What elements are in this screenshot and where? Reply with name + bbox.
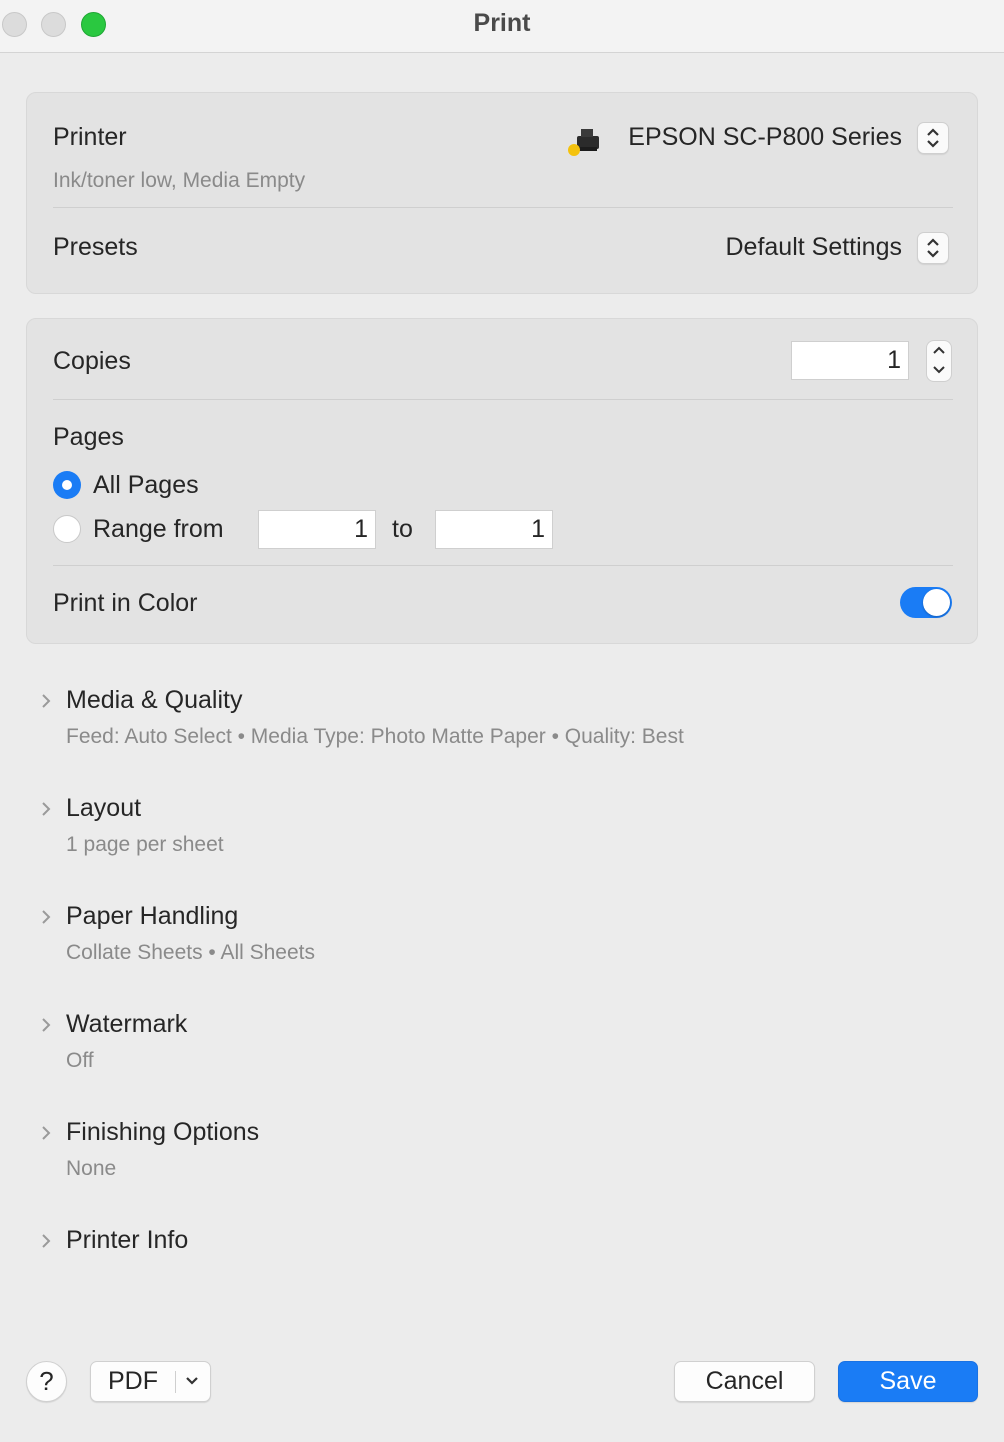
range-radio[interactable] — [53, 515, 81, 543]
increment-arrow-icon[interactable] — [932, 345, 946, 355]
printer-label: Printer — [53, 123, 127, 151]
presets-label: Presets — [53, 233, 138, 261]
chevron-right-icon — [42, 802, 51, 816]
toggle-knob — [923, 589, 950, 616]
copies-stepper[interactable] — [926, 340, 952, 382]
divider — [175, 1371, 176, 1393]
chevron-right-icon — [42, 910, 51, 924]
range-to-field[interactable]: 1 — [435, 510, 553, 549]
range-from-field[interactable]: 1 — [258, 510, 376, 549]
chevron-right-icon — [42, 1234, 51, 1248]
pdf-label: PDF — [108, 1367, 158, 1395]
print-in-color-label: Print in Color — [53, 589, 198, 617]
printer-popup-chevrons-icon[interactable] — [917, 122, 949, 154]
all-pages-radio[interactable] — [53, 471, 81, 499]
chevron-down-icon[interactable] — [185, 1376, 199, 1386]
printer-group: Printer EPSON SC-P800 Series Ink/toner l… — [26, 92, 978, 294]
chevron-right-icon — [42, 694, 51, 708]
section-watermark[interactable]: Watermark Off — [40, 1010, 960, 1080]
divider — [53, 399, 953, 400]
title-bar: Print — [0, 0, 1004, 53]
section-desc: Feed: Auto Select • Media Type: Photo Ma… — [66, 725, 684, 748]
divider — [53, 207, 953, 208]
chevron-right-icon — [42, 1126, 51, 1140]
print-options-group: Copies 1 Pages All Pages Range from 1 to… — [26, 318, 978, 644]
copies-field[interactable]: 1 — [791, 341, 909, 380]
cancel-button[interactable]: Cancel — [674, 1361, 815, 1402]
range-to-label: to — [392, 515, 413, 543]
section-title: Layout — [66, 794, 142, 822]
presets-popup[interactable]: Default Settings — [726, 233, 903, 262]
all-pages-label[interactable]: All Pages — [93, 471, 199, 500]
window-title: Print — [473, 9, 531, 37]
section-desc: 1 page per sheet — [66, 833, 224, 856]
section-printer-info[interactable]: Printer Info — [40, 1226, 960, 1266]
section-title: Watermark — [66, 1010, 188, 1038]
section-title: Printer Info — [66, 1226, 189, 1254]
chevron-right-icon — [42, 1018, 51, 1032]
section-media-quality[interactable]: Media & Quality Feed: Auto Select • Medi… — [40, 686, 960, 756]
printer-popup[interactable]: EPSON SC-P800 Series — [628, 123, 902, 152]
save-button[interactable]: Save — [838, 1361, 978, 1402]
section-desc: Collate Sheets • All Sheets — [66, 941, 315, 964]
section-desc: None — [66, 1157, 117, 1180]
copies-label: Copies — [53, 347, 131, 375]
printer-icon — [568, 129, 599, 156]
section-title: Media & Quality — [66, 686, 243, 714]
pages-label: Pages — [53, 423, 124, 451]
section-layout[interactable]: Layout 1 page per sheet — [40, 794, 960, 864]
print-in-color-toggle[interactable] — [900, 587, 952, 618]
section-desc: Off — [66, 1049, 94, 1072]
section-paper-handling[interactable]: Paper Handling Collate Sheets • All Shee… — [40, 902, 960, 972]
section-title: Paper Handling — [66, 902, 239, 930]
section-finishing-options[interactable]: Finishing Options None — [40, 1118, 960, 1188]
section-title: Finishing Options — [66, 1118, 260, 1146]
divider — [53, 565, 953, 566]
decrement-arrow-icon[interactable] — [932, 365, 946, 375]
presets-popup-chevrons-icon[interactable] — [917, 232, 949, 264]
pdf-menu-button[interactable]: PDF — [90, 1361, 211, 1402]
help-button[interactable]: ? — [26, 1361, 67, 1402]
printer-status: Ink/toner low, Media Empty — [53, 169, 306, 192]
range-from-label[interactable]: Range from — [93, 515, 224, 544]
